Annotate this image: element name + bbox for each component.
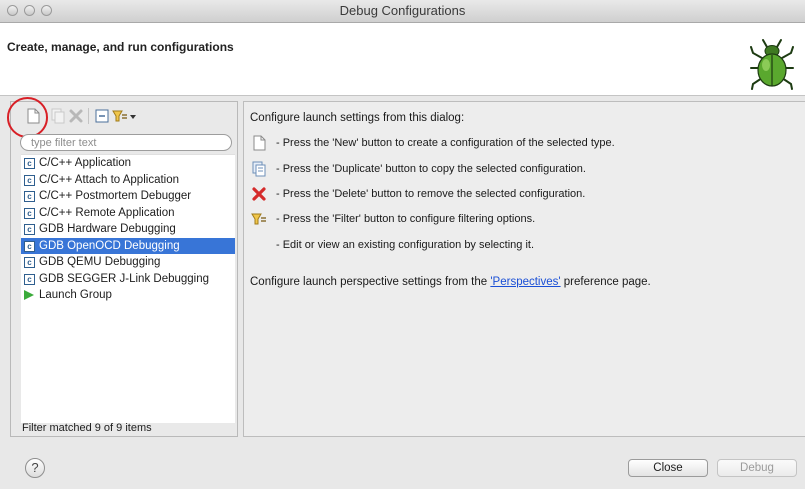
tree-item-gdb-openocd[interactable]: c GDB OpenOCD Debugging xyxy=(21,237,235,254)
close-button[interactable]: Close xyxy=(628,459,708,477)
intro-text: Configure launch settings from this dial… xyxy=(250,112,465,124)
delete-icon xyxy=(252,187,266,201)
c-config-icon: c xyxy=(24,257,35,268)
new-config-icon xyxy=(253,135,266,151)
new-configuration-button[interactable] xyxy=(24,107,42,125)
c-config-icon: c xyxy=(24,191,35,202)
filter-button[interactable] xyxy=(111,107,137,125)
tree-item-c-cpp-application[interactable]: c C/C++ Application xyxy=(21,155,235,172)
bug-icon xyxy=(750,39,794,90)
filter-status-text: Filter matched 9 of 9 items xyxy=(22,422,152,434)
c-config-icon: c xyxy=(24,273,35,285)
perspectives-text: Configure launch perspective settings fr… xyxy=(250,276,651,288)
tree-item-gdb-hardware[interactable]: c GDB Hardware Debugging xyxy=(21,221,235,238)
configuration-type-tree: c C/C++ Application c C/C++ Attach to Ap… xyxy=(21,154,235,423)
tree-item-launch-group[interactable]: Launch Group xyxy=(21,287,235,304)
tree-item-c-cpp-postmortem[interactable]: c C/C++ Postmortem Debugger xyxy=(21,188,235,205)
c-config-icon: c xyxy=(24,224,35,235)
configuration-tree-panel: c C/C++ Application c C/C++ Attach to Ap… xyxy=(7,97,238,437)
launch-group-icon xyxy=(24,290,34,300)
tree-item-c-cpp-remote[interactable]: c C/C++ Remote Application xyxy=(21,205,235,222)
filter-search-field[interactable] xyxy=(20,134,232,151)
title-bar: Debug Configurations xyxy=(0,0,805,23)
dialog-header: Create, manage, and run configurations xyxy=(0,23,805,96)
c-config-icon: c xyxy=(24,158,35,169)
c-config-icon: c xyxy=(24,240,35,252)
tree-item-gdb-qemu[interactable]: c GDB QEMU Debugging xyxy=(21,254,235,271)
header-message: Create, manage, and run configurations xyxy=(7,40,234,54)
tree-item-c-cpp-attach[interactable]: c C/C++ Attach to Application xyxy=(21,172,235,189)
collapse-all-button[interactable] xyxy=(93,107,111,125)
window-title: Debug Configurations xyxy=(339,3,466,18)
filter-icon xyxy=(251,213,266,225)
delete-configuration-button[interactable] xyxy=(67,107,85,125)
perspectives-link[interactable]: 'Perspectives' xyxy=(490,276,560,288)
configuration-details-panel: Configure launch settings from this dial… xyxy=(243,101,805,437)
c-config-icon: c xyxy=(24,174,35,186)
debug-button[interactable]: Debug xyxy=(717,459,797,477)
duplicate-icon xyxy=(252,161,266,177)
help-button[interactable]: ? xyxy=(25,458,45,478)
toolbar-separator xyxy=(88,108,89,124)
c-config-icon: c xyxy=(24,207,35,219)
filter-text-input[interactable] xyxy=(29,135,223,151)
configuration-toolbar xyxy=(11,102,237,130)
tree-item-gdb-segger-jlink[interactable]: c GDB SEGGER J-Link Debugging xyxy=(21,271,235,288)
duplicate-configuration-button[interactable] xyxy=(49,107,67,125)
debug-configurations-window: Debug Configurations Create, manage, and… xyxy=(0,0,805,489)
